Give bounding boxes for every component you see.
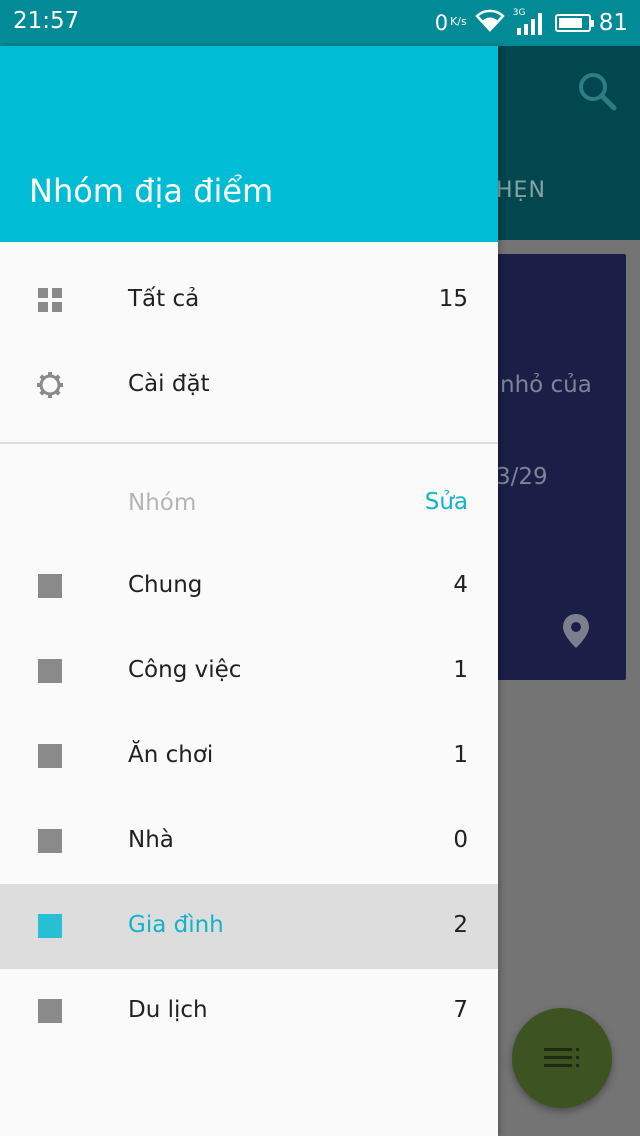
background-card-text: nhỏ của [500, 372, 592, 398]
status-bar: 21:57 0 K/s 3G 81 [0, 0, 640, 46]
group-item-label: Nhà [128, 827, 174, 853]
battery-percent: 81 [598, 10, 628, 36]
group-item-gia-dinh[interactable]: Gia đình 2 [0, 884, 498, 969]
list-icon [544, 1046, 580, 1074]
group-color-icon [38, 999, 62, 1023]
background-tab-label[interactable]: HẸN [496, 178, 546, 203]
group-item-nha[interactable]: Nhà 0 [0, 799, 498, 884]
group-item-label: Gia đình [128, 912, 224, 938]
drawer-title: Nhóm địa điểm [29, 172, 274, 210]
group-item-cong-viec[interactable]: Công việc 1 [0, 629, 498, 714]
navigation-drawer: Nhóm địa điểm Tất cả 15 Cài đặt Nhóm Sửa… [0, 46, 498, 1136]
group-item-label: Công việc [128, 657, 242, 683]
drawer-item-all[interactable]: Tất cả 15 [0, 258, 498, 343]
group-item-count: 0 [453, 827, 468, 853]
drawer-item-settings[interactable]: Cài đặt [0, 343, 498, 428]
net-speed-value: 0 [434, 11, 449, 35]
group-item-count: 2 [453, 912, 468, 938]
group-color-icon [38, 659, 62, 683]
group-item-count: 1 [453, 742, 468, 768]
divider [0, 442, 498, 444]
group-item-du-lich[interactable]: Du lịch 7 [0, 969, 498, 1054]
background-card-date: 3/29 [496, 464, 548, 490]
edit-groups-button[interactable]: Sửa [425, 489, 468, 515]
group-item-count: 4 [453, 572, 468, 598]
group-section-label: Nhóm [128, 490, 197, 516]
group-item-label: Ăn chơi [128, 742, 214, 768]
group-color-icon [38, 574, 62, 598]
grid-icon [38, 288, 62, 312]
drawer-item-count: 15 [438, 286, 468, 312]
group-color-icon [38, 914, 62, 938]
group-item-label: Du lịch [128, 997, 208, 1023]
battery-icon [554, 14, 594, 32]
group-color-icon [38, 829, 62, 853]
battery-fill [558, 18, 582, 28]
group-item-label: Chung [128, 572, 203, 598]
status-icons: 0 K/s 3G 81 [435, 8, 628, 38]
group-item-chung[interactable]: Chung 4 [0, 544, 498, 629]
group-color-icon [38, 744, 62, 768]
net-speed-unit: K/s [450, 15, 467, 28]
group-item-count: 7 [453, 997, 468, 1023]
search-icon[interactable] [576, 70, 618, 116]
net-speed: 0 K/s [435, 11, 467, 35]
status-time: 21:57 [13, 8, 80, 34]
wifi-icon [474, 8, 505, 38]
location-pin-icon[interactable] [560, 612, 592, 654]
drawer-item-label: Cài đặt [128, 371, 210, 397]
group-item-an-choi[interactable]: Ăn chơi 1 [0, 714, 498, 799]
group-item-count: 1 [453, 657, 468, 683]
drawer-header: Nhóm địa điểm [0, 46, 498, 242]
gear-icon [37, 372, 63, 398]
signal-icon: 3G [513, 8, 547, 36]
drawer-item-label: Tất cả [128, 286, 200, 312]
